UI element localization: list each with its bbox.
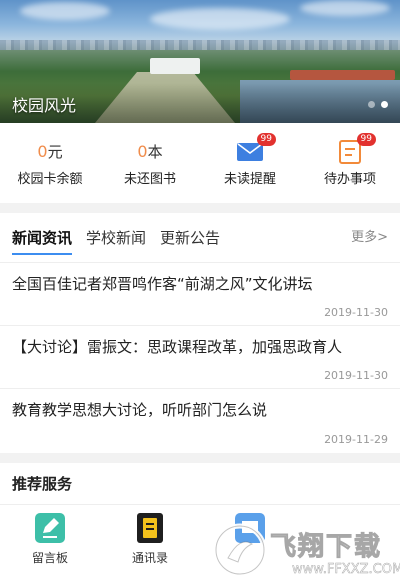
unreturned-books-value: 0 xyxy=(137,141,148,161)
unread-reminders-label: 未读提醒 xyxy=(223,171,276,187)
tab-update-notices[interactable]: 更新公告 xyxy=(160,213,220,263)
watermark-logo-icon xyxy=(213,523,267,577)
news-item-date: 2019-11-30 xyxy=(324,306,388,319)
news-tabs: 新闻资讯 学校新闻 更新公告 更多> xyxy=(0,213,400,263)
service-label: 通讯录 xyxy=(131,551,168,565)
watermark: 飞翔下载 www.FFXXZ.COM xyxy=(210,512,400,586)
banner-dot[interactable] xyxy=(368,101,375,108)
card-balance-value: 0 xyxy=(37,141,48,161)
news-item-title: 教育教学思想大讨论，听听部门怎么说 xyxy=(12,401,268,419)
news-item[interactable]: 教育教学思想大讨论，听听部门怎么说 2019-11-29 xyxy=(0,389,400,452)
tab-school-news[interactable]: 学校新闻 xyxy=(86,213,146,263)
banner-pagination[interactable] xyxy=(368,101,388,108)
contacts-icon xyxy=(137,513,163,543)
stat-card-balance[interactable]: 0元 校园卡余额 xyxy=(0,123,100,203)
news-item-title: 【大讨论】雷振文：思政课程改革，加强思政育人 xyxy=(12,338,343,356)
services-heading: 推荐服务 xyxy=(0,463,400,505)
more-link[interactable]: 更多> xyxy=(351,213,388,263)
unreturned-books-unit: 本 xyxy=(147,142,163,161)
todo-badge: 99 xyxy=(356,132,376,146)
news-item-date: 2019-11-30 xyxy=(324,369,388,382)
campus-banner[interactable]: 校园风光 xyxy=(0,0,400,123)
news-section: 新闻资讯 学校新闻 更新公告 更多> 全国百佳记者郑晋鸣作客“前湖之风”文化讲坛… xyxy=(0,213,400,453)
banner-title: 校园风光 xyxy=(12,96,77,115)
unread-badge: 99 xyxy=(256,132,276,146)
news-item-title: 全国百佳记者郑晋鸣作客“前湖之风”文化讲坛 xyxy=(12,275,313,293)
news-item[interactable]: 全国百佳记者郑晋鸣作客“前湖之风”文化讲坛 2019-11-30 xyxy=(0,263,400,326)
service-contacts[interactable]: 通讯录 xyxy=(100,513,200,566)
card-balance-unit: 元 xyxy=(47,142,63,161)
watermark-url: www.FFXXZ.COM xyxy=(292,562,400,578)
banner-dot-active[interactable] xyxy=(381,101,388,108)
todo-label: 待办事项 xyxy=(323,171,376,187)
unreturned-books-label: 未还图书 xyxy=(123,171,176,187)
message-board-icon xyxy=(35,513,65,543)
stat-todo[interactable]: 99 待办事项 xyxy=(300,123,400,203)
watermark-text: 飞翔下载 xyxy=(269,532,383,563)
mail-icon xyxy=(237,142,263,161)
card-balance-label: 校园卡余额 xyxy=(17,171,83,187)
stat-unreturned-books[interactable]: 0本 未还图书 xyxy=(100,123,200,203)
service-message-board[interactable]: 留言板 xyxy=(0,513,100,566)
tab-news-info[interactable]: 新闻资讯 xyxy=(12,213,73,263)
quick-stats: 0元 校园卡余额 0本 未还图书 99 未读提醒 99 待办事项 xyxy=(0,123,400,203)
service-label: 留言板 xyxy=(31,551,68,565)
news-item[interactable]: 【大讨论】雷振文：思政课程改革，加强思政育人 2019-11-30 xyxy=(0,326,400,389)
stat-unread-reminders[interactable]: 99 未读提醒 xyxy=(200,123,300,203)
news-item-date: 2019-11-29 xyxy=(324,433,388,446)
